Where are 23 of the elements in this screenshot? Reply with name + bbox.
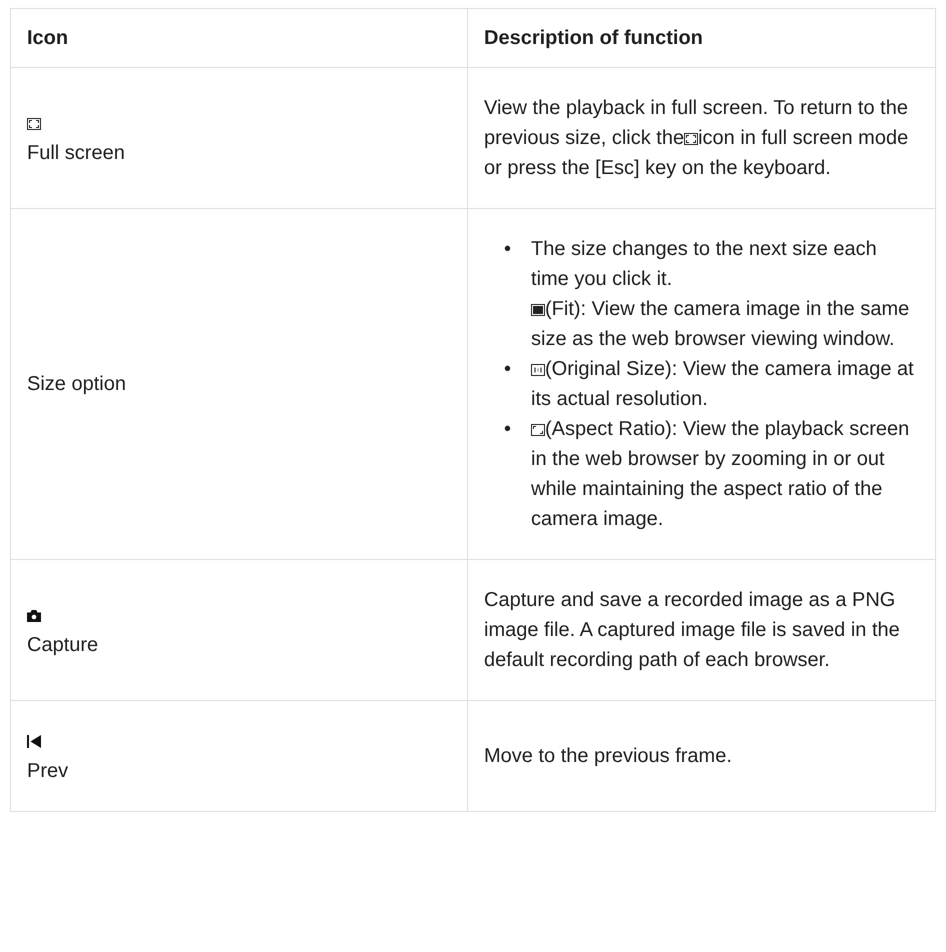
bullet-marker: •: [504, 357, 512, 382]
camera-icon: [27, 610, 41, 622]
fullscreen-icon: [27, 118, 41, 130]
icon-label: Size option: [27, 373, 126, 395]
icon-label: Capture: [27, 634, 98, 656]
description-text: The size changes to the next size each time you click it.: [531, 237, 878, 292]
description-text: Capture and save a recorded image as a PNG image file. A captured image file is saved in the default recording path of each browser.: [484, 588, 901, 673]
description-text: (Aspect Ratio): View the playback screen in the web browser by zooming in or out while maintaining the aspect ratio of the camera image.: [531, 417, 910, 532]
corner-square-icon: [531, 424, 546, 436]
skip-back-icon: [27, 735, 41, 748]
bullet-marker: •: [504, 417, 512, 442]
description-text: View the playback in full screen. To return to the previous size, click the icon in full screen mode or press the [Esc] key on the keyboard.: [484, 96, 910, 181]
icon-label: Prev: [27, 760, 68, 782]
column-header: Description of function: [468, 8, 936, 68]
description-text: (Fit): View the camera image in the same size as the web browser viewing window.: [531, 297, 910, 352]
filled-square-icon: [531, 304, 546, 316]
column-header: Icon: [10, 8, 468, 68]
description-text: Move to the previous frame.: [484, 744, 733, 769]
icon-label: Full screen: [27, 142, 125, 164]
fullscreen-icon: [684, 133, 698, 145]
one-to-one-icon: [531, 364, 546, 376]
description-text: (Original Size): View the camera image at its actual resolution.: [531, 357, 915, 412]
bullet-marker: •: [504, 237, 512, 262]
